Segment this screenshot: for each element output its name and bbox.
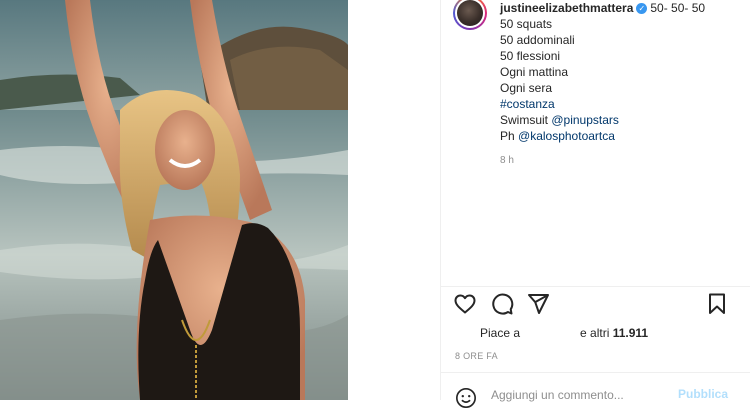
comment-input[interactable] (491, 385, 671, 405)
paper-plane-icon[interactable] (526, 292, 550, 316)
caption-line: 50 flessioni (500, 49, 561, 63)
caption-header: justineelizabethmattera ✓ 50- 50- 50 (500, 0, 745, 16)
post-photo[interactable] (0, 0, 348, 400)
story-ring (453, 0, 487, 30)
likes-suffix: e altri (580, 326, 610, 340)
comment-box: Pubblica (441, 373, 750, 408)
caption-line: Ph @kalosphotoartca (500, 129, 615, 143)
caption-line: Swimsuit @pinupstars (500, 113, 619, 127)
action-bar (441, 288, 750, 320)
heart-icon[interactable] (453, 292, 477, 316)
username-link[interactable]: justineelizabethmattera (500, 1, 633, 15)
avatar-image (457, 0, 483, 26)
caption-line: 50 squats (500, 17, 553, 31)
mention-link[interactable]: @kalosphotoartca (518, 129, 615, 143)
likes-count[interactable]: 11.911 (613, 326, 648, 340)
avatar[interactable] (453, 0, 487, 30)
bookmark-icon[interactable] (705, 292, 729, 316)
caption-time[interactable]: 8 h (500, 155, 514, 166)
likes-prefix: Piace a (480, 326, 521, 340)
post-timestamp[interactable]: 8 ORE FA (455, 351, 498, 361)
mention-link[interactable]: @pinupstars (551, 113, 619, 127)
hashtag-link[interactable]: #costanza (500, 96, 745, 112)
caption-line: 50 addominali (500, 33, 575, 47)
caption-line: 50- 50- 50 (650, 1, 706, 15)
comment-icon[interactable] (490, 292, 514, 316)
likes-summary: Piace a e altri 11.911 (480, 326, 648, 340)
emoji-icon[interactable] (455, 387, 477, 409)
photo-illustration (0, 0, 348, 400)
caption-line: Ogni mattina (500, 65, 569, 79)
verified-badge-icon: ✓ (636, 3, 648, 14)
publish-button[interactable]: Pubblica (678, 387, 728, 401)
post-caption: justineelizabethmattera ✓ 50- 50- 50 50 sq… (500, 0, 745, 144)
actions-divider (441, 286, 750, 287)
caption-line: Ogni sera (500, 81, 553, 95)
post-side-panel: justineelizabethmattera ✓ 50- 50- 50 50 sq… (441, 0, 750, 400)
